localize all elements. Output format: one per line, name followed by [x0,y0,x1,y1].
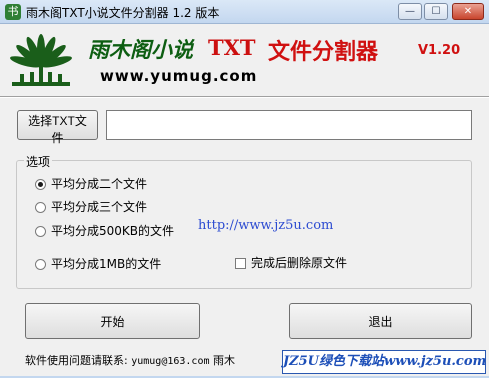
checkbox-label: 完成后删除原文件 [251,256,348,270]
radio-icon[interactable] [35,259,46,270]
banner-divider [0,96,489,98]
banner: 雨木阁小说 TXT 文件分割器 V1.20 www.yumug.com [0,24,489,94]
maximize-button[interactable]: ☐ [424,3,448,20]
close-button[interactable]: ✕ [452,3,484,20]
radio-label: 平均分成三个文件 [51,200,148,214]
author-name: 雨木 [213,354,235,367]
tree-logo [10,34,72,86]
radio-500kb-files[interactable]: 平均分成500KB的文件 [35,222,174,239]
radio-three-files[interactable]: 平均分成三个文件 [35,198,147,215]
radio-label: 平均分成二个文件 [51,177,148,191]
site-link[interactable]: http://www.jz5u.com [198,218,333,233]
options-label: 选项 [24,153,53,170]
select-txt-button[interactable]: 选择TXT文件 [17,110,98,145]
radio-1mb-files[interactable]: 平均分成1MB的文件 [35,255,161,272]
checkbox-icon[interactable] [235,258,246,269]
brand-txt: TXT [208,35,256,60]
delete-original-checkbox[interactable]: 完成后删除原文件 [235,254,347,271]
radio-label: 平均分成500KB的文件 [51,224,175,238]
contact-info: 软件使用问题请联系: yumug@163.com 雨木 [25,352,235,368]
brand-splitter: 文件分割器 [268,39,379,65]
radio-icon[interactable] [35,202,46,213]
start-button[interactable]: 开始 [25,303,200,339]
radio-icon[interactable] [35,226,46,237]
contact-email: yumug@163.com [131,356,210,367]
brand-name: 雨木阁小说 [88,37,193,62]
exit-button[interactable]: 退出 [289,303,472,339]
radio-selected-icon[interactable] [35,179,46,190]
site-watermark: JZ5U绿色下载站www.jz5u.com [282,350,486,374]
radio-label: 平均分成1MB的文件 [51,257,162,271]
file-path-field[interactable] [106,110,472,140]
minimize-button[interactable]: — [398,3,422,20]
contact-label: 软件使用问题请联系: [25,354,128,367]
title-bar: 书 雨木阁TXT小说文件分割器 1.2 版本 — ☐ ✕ [0,0,489,24]
radio-two-files[interactable]: 平均分成二个文件 [35,175,147,192]
version-label: V1.20 [418,43,461,58]
window-title: 雨木阁TXT小说文件分割器 1.2 版本 [26,6,220,20]
brand-site: www.yumug.com [100,67,258,85]
app-icon: 书 [5,4,21,20]
